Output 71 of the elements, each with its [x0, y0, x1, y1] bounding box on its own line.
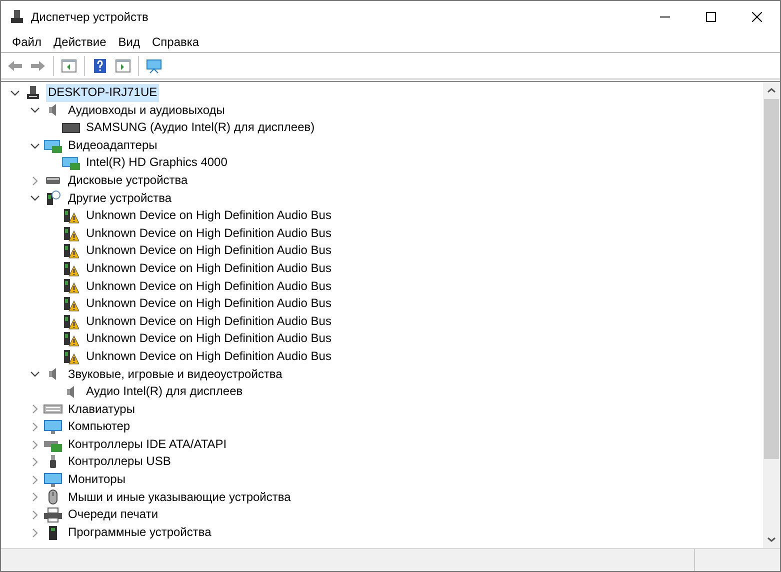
tree-item[interactable]: Мыши и иные указывающие устройства: [66, 488, 293, 506]
tree-item[interactable]: Intel(R) HD Graphics 4000: [84, 154, 230, 172]
close-icon: [752, 12, 762, 22]
tree-item[interactable]: Аудио Intel(R) для дисплеев: [84, 383, 245, 401]
warning-device-icon: [63, 314, 79, 330]
warning-device-icon: [63, 260, 79, 277]
collapsed-chevron-icon[interactable]: [30, 492, 40, 502]
tree-item[interactable]: Unknown Device on High Definition Audio Bus: [84, 312, 334, 330]
display-adapter-icon: [61, 155, 81, 172]
warning-device-icon: [63, 331, 79, 348]
tree-item[interactable]: Unknown Device on High Definition Audio Bus: [84, 242, 334, 260]
tree-item[interactable]: SAMSUNG (Аудио Intel(R) для дисплеев): [84, 119, 317, 137]
tree-item[interactable]: Контроллеры USB: [66, 453, 173, 472]
unknown-device-icon: [45, 190, 61, 206]
scroll-thumb[interactable]: [764, 99, 779, 459]
tree-item[interactable]: Видеоадаптеры: [66, 136, 160, 154]
expanded-chevron-icon[interactable]: [30, 105, 40, 116]
tree-item[interactable]: Компьютер: [66, 418, 132, 436]
tree-item[interactable]: Очереди печати: [66, 506, 160, 524]
tree-item[interactable]: DESKTOP-IRJ71UE: [46, 84, 160, 102]
tree-item[interactable]: Контроллеры IDE ATA/ATAPI: [66, 436, 229, 454]
window-panel-icon: [61, 58, 77, 74]
warning-device-icon: [63, 226, 79, 242]
tree-item[interactable]: Unknown Device on High Definition Audio Bus: [84, 348, 334, 366]
tree-item[interactable]: Unknown Device on High Definition Audio Bus: [84, 278, 334, 296]
collapsed-chevron-icon[interactable]: [30, 440, 40, 450]
computer-icon: [25, 84, 41, 101]
expanded-chevron-icon[interactable]: [30, 369, 40, 380]
tree-item[interactable]: Unknown Device on High Definition Audio Bus: [84, 330, 334, 348]
help-icon: [92, 58, 108, 74]
tree-item[interactable]: Unknown Device on High Definition Audio Bus: [84, 260, 334, 278]
warning-device-icon: [63, 278, 79, 294]
tree-item[interactable]: Unknown Device on High Definition Audio Bus: [84, 295, 334, 313]
collapsed-chevron-icon[interactable]: [30, 404, 40, 414]
monitor-icon: [146, 58, 162, 74]
tree-item[interactable]: Unknown Device on High Definition Audio Bus: [84, 224, 334, 242]
monitor-icon: [43, 472, 63, 488]
maximize-icon: [706, 12, 716, 22]
monitor-icon: [43, 419, 63, 436]
window-title: Диспетчер устройств: [31, 8, 148, 26]
menu-item[interactable]: Файл: [6, 33, 48, 51]
collapsed-chevron-icon[interactable]: [30, 474, 40, 485]
warning-device-icon: [63, 208, 79, 224]
menu-item[interactable]: Справка: [146, 33, 206, 51]
tree-item[interactable]: Аудиовходы и аудиовыходы: [66, 102, 227, 120]
tree-item[interactable]: Дисковые устройства: [66, 172, 190, 190]
disk-drive-icon: [45, 177, 61, 184]
expanded-chevron-icon[interactable]: [30, 193, 40, 204]
display-adapter-icon: [43, 138, 63, 154]
menu-item[interactable]: Действие: [48, 33, 112, 51]
scrollbar[interactable]: [763, 82, 780, 548]
window-panel-icon: [115, 58, 131, 74]
collapsed-chevron-icon[interactable]: [30, 510, 40, 520]
app-icon: [9, 8, 25, 24]
collapsed-chevron-icon[interactable]: [30, 457, 40, 468]
expanded-chevron-icon[interactable]: [30, 140, 40, 151]
collapsed-chevron-icon[interactable]: [30, 176, 40, 186]
printer-icon: [43, 507, 63, 524]
warning-device-icon: [63, 243, 79, 260]
tree-item[interactable]: Клавиатуры: [66, 400, 137, 418]
expanded-chevron-icon[interactable]: [10, 88, 20, 98]
warning-device-icon: [63, 348, 79, 365]
warning-device-icon: [63, 296, 79, 312]
tree-item[interactable]: Звуковые, игровые и видеоустройства: [66, 366, 284, 384]
collapsed-chevron-icon[interactable]: [30, 528, 40, 538]
tree-item[interactable]: Программные устройства: [66, 524, 214, 542]
tree-item[interactable]: Unknown Device on High Definition Audio Bus: [84, 207, 334, 225]
tree-item[interactable]: Другие устройства: [66, 190, 174, 208]
tree-item[interactable]: Мониторы: [66, 471, 128, 489]
menu-item[interactable]: Вид: [112, 33, 146, 51]
collapsed-chevron-icon[interactable]: [30, 422, 40, 432]
